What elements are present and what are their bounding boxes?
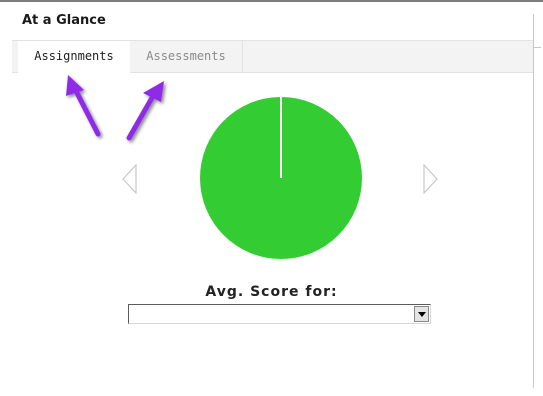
avg-score-select[interactable] <box>128 304 431 324</box>
dropdown-button[interactable] <box>414 306 429 322</box>
avg-score-pie-chart <box>200 96 362 259</box>
triangle-left-icon <box>122 163 137 195</box>
arrow-icon <box>126 81 164 141</box>
previous-chart-button[interactable] <box>121 163 139 195</box>
arrow-icon <box>66 75 101 137</box>
triangle-right-icon <box>423 163 438 195</box>
avg-score-label: Avg. Score for: <box>205 284 338 300</box>
next-chart-button[interactable] <box>421 163 439 195</box>
chevron-down-icon <box>417 311 426 317</box>
